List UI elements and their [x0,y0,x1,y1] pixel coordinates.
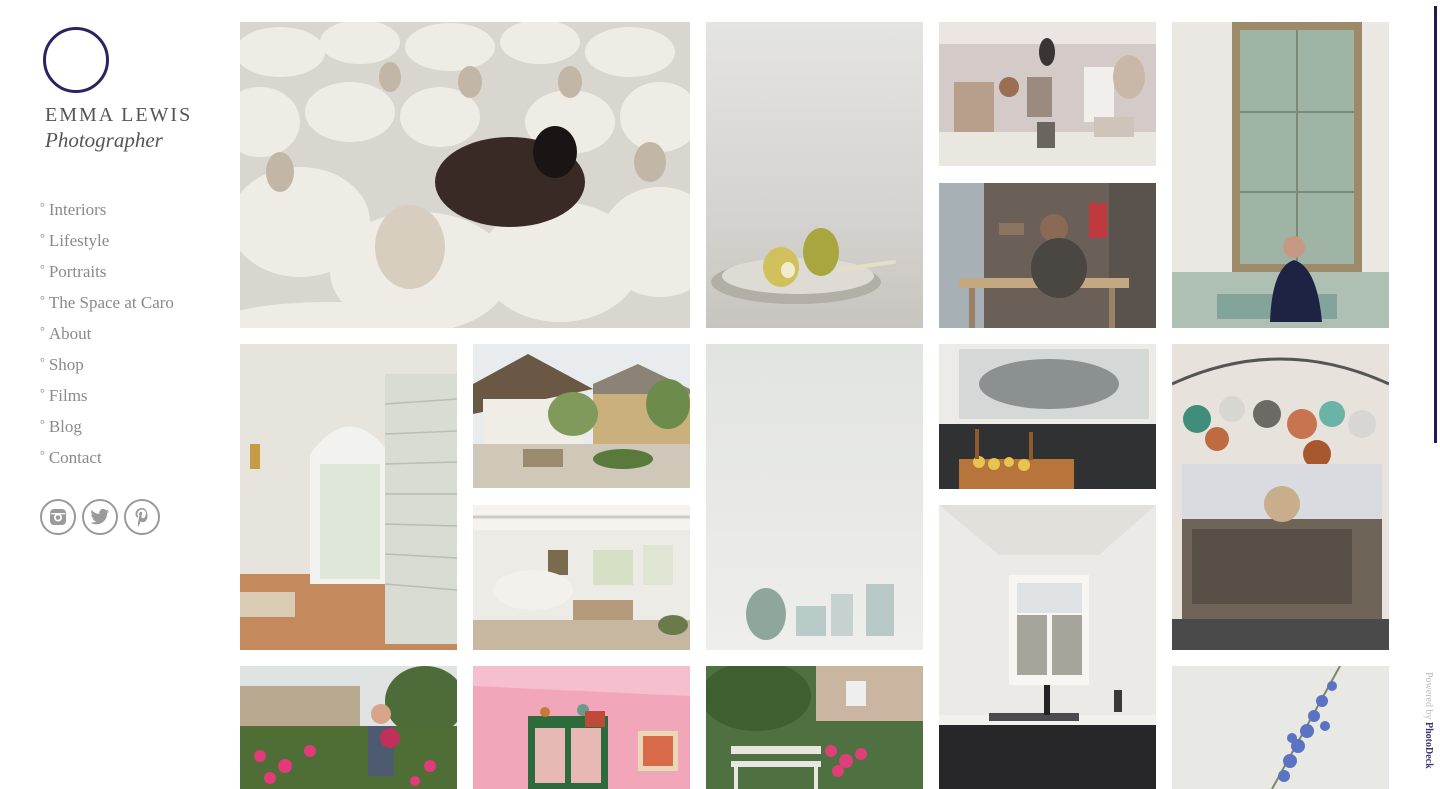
white-living-room-photo[interactable] [473,505,690,650]
dahlia-garden-woman-photo[interactable] [240,666,457,789]
nav-item-films[interactable]: ° Films [40,386,174,417]
logo-circle-icon [43,27,109,93]
powered-by-label: Powered by [1423,672,1434,720]
nav-item-contact[interactable]: ° Contact [40,448,174,479]
stone-sink-pans-photo[interactable] [1172,344,1389,650]
man-mirror-portrait-photo[interactable] [1172,22,1389,328]
nav-item-lifestyle[interactable]: ° Lifestyle [40,231,174,262]
garden-bench-photo[interactable] [706,666,923,789]
nav-item-about[interactable]: ° About [40,324,174,355]
nav-item-blog[interactable]: ° Blog [40,417,174,448]
instagram-icon[interactable] [40,499,76,535]
pear-plate-photo[interactable] [706,22,923,328]
logo-subtitle: Photographer [45,128,163,152]
thatched-cottage-photo[interactable] [473,344,690,488]
scrollbar[interactable] [1434,6,1437,443]
pinterest-icon[interactable] [124,499,160,535]
social-links [40,499,160,535]
nav-item-shop[interactable]: ° Shop [40,355,174,386]
misty-pottery-photo[interactable] [706,344,923,650]
kitchen-fish-painting-photo[interactable] [939,344,1156,489]
logo-name: EMMA LEWIS [45,104,193,126]
site-logo[interactable]: EMMA LEWIS Photographer [40,24,210,159]
sheep-flock-photo[interactable] [240,22,690,328]
twitter-icon[interactable] [82,499,118,535]
delphinium-flower-photo[interactable] [1172,666,1389,789]
pink-room-cabinet-photo[interactable] [473,666,690,789]
kitchen-window-photo[interactable] [939,505,1156,789]
carpenter-workshop-photo[interactable] [939,183,1156,328]
arched-door-hallway-photo[interactable] [240,344,457,650]
nav-item-portraits[interactable]: ° Portraits [40,262,174,293]
nav-item-interiors[interactable]: ° Interiors [40,200,174,231]
nav-item-the-space-at-caro[interactable]: ° The Space at Caro [40,293,174,324]
main-nav: ° Interiors ° Lifestyle ° Portraits ° The Sp… [40,200,174,479]
photodeck-brand: PhotoDeck [1423,722,1434,769]
powered-by-photodeck[interactable]: Powered by PhotoDeck [1412,672,1434,772]
grand-room-photo[interactable] [939,22,1156,166]
